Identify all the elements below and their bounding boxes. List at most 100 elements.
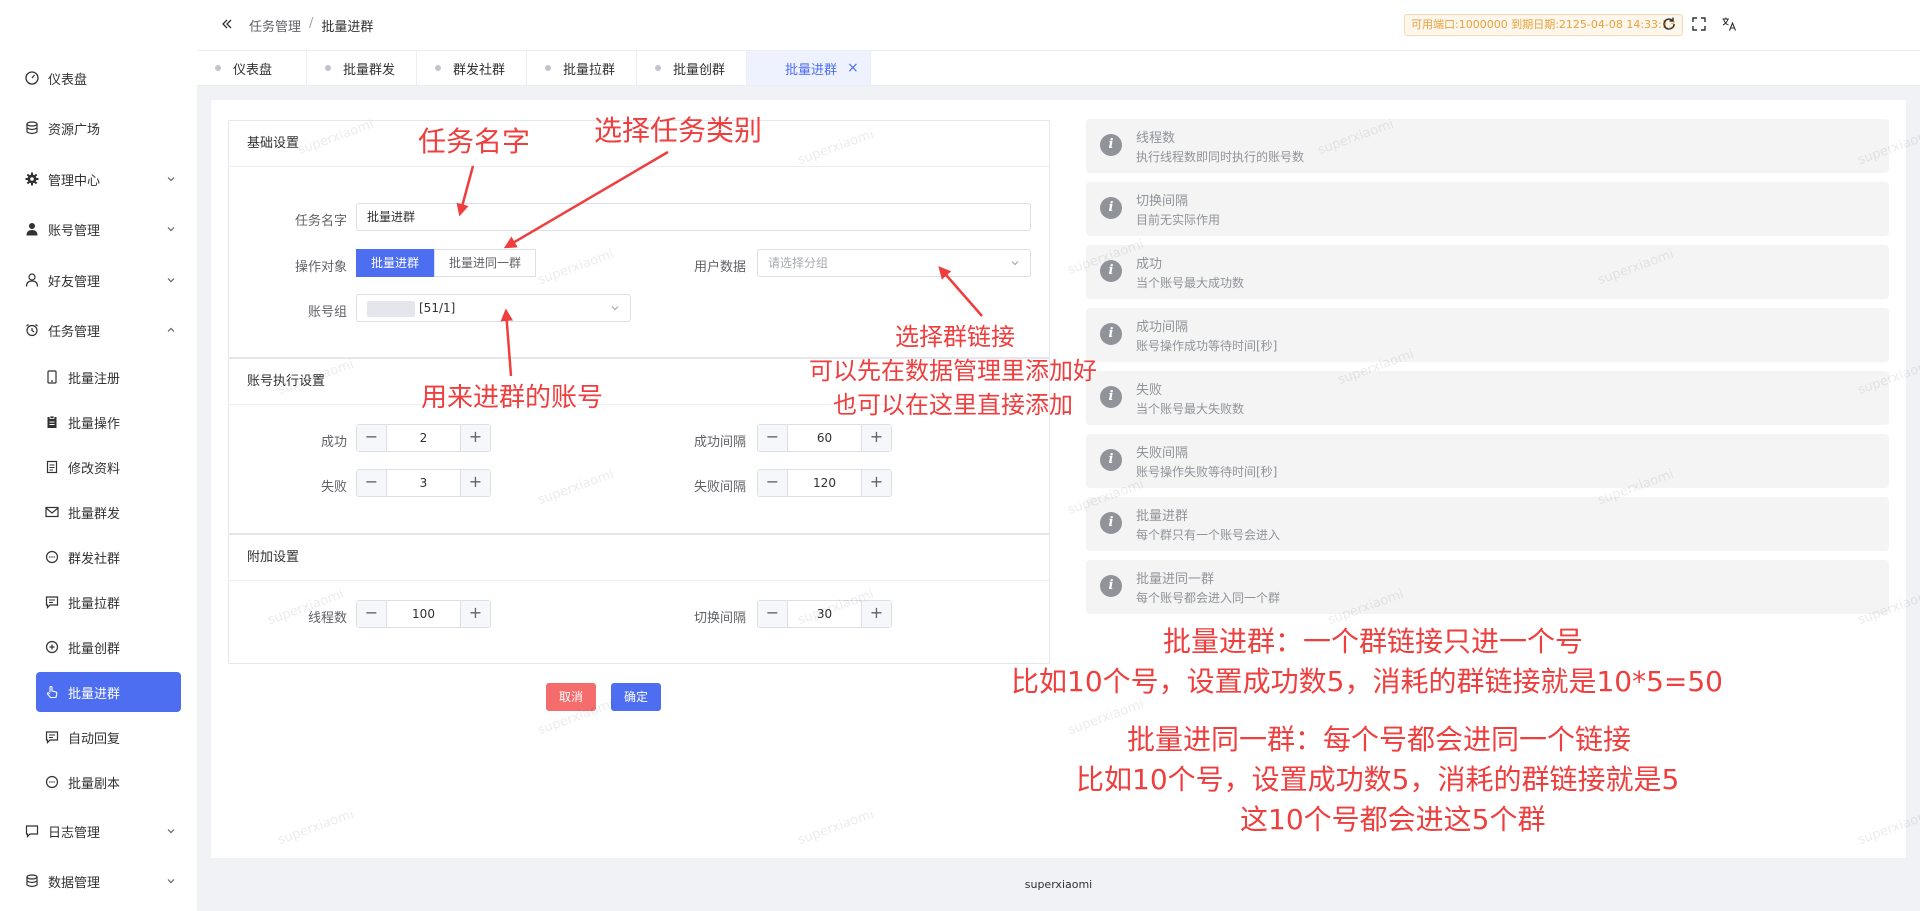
tab-batch-join-group[interactable]: 批量进群 × bbox=[747, 51, 871, 85]
annotation-group-link-3: 也可以在这里直接添加 bbox=[833, 391, 1073, 419]
info-desc: 当个账号最大成功数 bbox=[1136, 276, 1245, 290]
sidebar-sub-item-batch-mass-send[interactable]: 批量群发 bbox=[36, 492, 181, 532]
threads-stepper[interactable]: − 100 + bbox=[356, 600, 491, 628]
chevron-down-icon bbox=[167, 177, 175, 182]
plus-icon[interactable]: + bbox=[460, 470, 490, 496]
sidebar-sub-item-batch-operation[interactable]: 批量操作 bbox=[36, 402, 181, 442]
tab-batch-mass-send[interactable]: 批量群发 bbox=[307, 51, 417, 85]
header: 任务管理 / 批量进群 可用端口:1000000 到期日期:2125-04-08… bbox=[197, 0, 1920, 50]
tab-label: 批量创群 bbox=[673, 62, 726, 78]
database-icon bbox=[24, 873, 40, 889]
info-item-batch-join-same: i 批量进同一群 每个账号都会进入同一个群 bbox=[1086, 560, 1889, 614]
target-option-batch-join-same[interactable]: 批量进同一群 bbox=[434, 249, 537, 277]
minus-icon[interactable]: − bbox=[357, 470, 387, 496]
sidebar-sub-item-edit-profile[interactable]: 修改资料 bbox=[36, 447, 181, 487]
info-icon: i bbox=[1100, 197, 1122, 219]
minus-icon[interactable]: − bbox=[357, 425, 387, 451]
info-item-fail: i 失败 当个账号最大失败数 bbox=[1086, 371, 1889, 425]
collapse-sidebar-icon[interactable] bbox=[219, 16, 235, 32]
tab-batch-create-group[interactable]: 批量创群 bbox=[637, 51, 747, 85]
tab-dot bbox=[325, 65, 331, 71]
minus-icon[interactable]: − bbox=[758, 470, 788, 496]
sidebar-sub-item-batch-register[interactable]: 批量注册 bbox=[36, 357, 181, 397]
info-title: 线程数 bbox=[1136, 131, 1176, 146]
close-icon[interactable]: × bbox=[847, 60, 859, 76]
annotation-task-type: 选择任务类别 bbox=[594, 114, 763, 147]
target-option-batch-join[interactable]: 批量进群 bbox=[356, 249, 435, 277]
minus-icon[interactable]: − bbox=[758, 601, 788, 627]
account-group-select[interactable]: [51/1] bbox=[356, 294, 631, 322]
tab-group-mass-send[interactable]: 群发社群 bbox=[417, 51, 527, 85]
sidebar-item-label: 群发社群 bbox=[68, 551, 121, 567]
tab-batch-pull-group[interactable]: 批量拉群 bbox=[527, 51, 637, 85]
minus-icon[interactable]: − bbox=[758, 425, 788, 451]
info-icon: i bbox=[1100, 134, 1122, 156]
minus-icon[interactable]: − bbox=[357, 601, 387, 627]
gear-icon bbox=[24, 171, 40, 187]
sidebar-item-label: 账号管理 bbox=[48, 223, 101, 239]
chevron-down-icon bbox=[1011, 261, 1019, 266]
sidebar-item-resource-square[interactable]: 资源广场 bbox=[0, 106, 197, 150]
fail-interval-stepper[interactable]: − 120 + bbox=[757, 469, 892, 497]
sidebar-sub-item-group-mass-send[interactable]: 群发社群 bbox=[36, 537, 181, 577]
breadcrumb-item[interactable]: 任务管理 bbox=[249, 16, 301, 35]
chevron-down-icon bbox=[611, 306, 619, 311]
plus-icon[interactable]: + bbox=[861, 601, 891, 627]
sidebar-item-dashboard[interactable]: 仪表盘 bbox=[0, 56, 197, 100]
target-label: 操作对象 bbox=[294, 260, 347, 275]
info-title: 批量进同一群 bbox=[1136, 572, 1215, 587]
stepper-value[interactable]: 120 bbox=[788, 470, 861, 496]
tab-dashboard[interactable]: 仪表盘 bbox=[197, 51, 307, 85]
sidebar-item-log-management[interactable]: 日志管理 bbox=[0, 809, 197, 853]
blurred-group-name bbox=[367, 300, 415, 317]
plus-icon[interactable]: + bbox=[460, 425, 490, 451]
sidebar-sub-item-batch-create-group[interactable]: 批量创群 bbox=[36, 627, 181, 667]
annotation-note2-line2: 比如10个号，设置成功数5，消耗的群链接就是5 bbox=[1076, 763, 1680, 796]
user-data-select[interactable]: 请选择分组 bbox=[757, 249, 1031, 277]
success-stepper[interactable]: − 2 + bbox=[356, 424, 491, 452]
info-icon: i bbox=[1100, 512, 1122, 534]
plus-icon[interactable]: + bbox=[460, 601, 490, 627]
refresh-icon[interactable] bbox=[1661, 16, 1677, 32]
user-data-label: 用户数据 bbox=[693, 260, 746, 275]
info-item-switch-interval: i 切换间隔 目前无实际作用 bbox=[1086, 182, 1889, 236]
info-desc: 账号操作成功等待时间[秒] bbox=[1136, 339, 1278, 353]
info-icon: i bbox=[1100, 323, 1122, 345]
tab-dot bbox=[435, 65, 441, 71]
annotation-note2-line3: 这10个号都会进这5个群 bbox=[1240, 803, 1546, 836]
plus-icon[interactable]: + bbox=[861, 470, 891, 496]
sidebar-item-account-management[interactable]: 账号管理 bbox=[0, 207, 197, 251]
sidebar-item-label: 好友管理 bbox=[48, 274, 101, 290]
clipboard-icon bbox=[44, 414, 60, 430]
sidebar-item-label: 任务管理 bbox=[48, 324, 101, 340]
sidebar-sub-item-batch-pull-group[interactable]: 批量拉群 bbox=[36, 582, 181, 622]
sidebar-item-data-management[interactable]: 数据管理 bbox=[0, 859, 197, 903]
success-interval-stepper[interactable]: − 60 + bbox=[757, 424, 892, 452]
sidebar-item-management-center[interactable]: 管理中心 bbox=[0, 157, 197, 201]
stepper-value[interactable]: 100 bbox=[387, 601, 460, 627]
stepper-value[interactable]: 60 bbox=[788, 425, 861, 451]
account-group-label: 账号组 bbox=[307, 305, 347, 320]
chevron-down-icon bbox=[167, 227, 175, 232]
language-icon[interactable] bbox=[1721, 16, 1737, 32]
breadcrumb-item-current: 批量进群 bbox=[321, 20, 374, 35]
annotation-account: 用来进群的账号 bbox=[421, 383, 604, 413]
plus-icon[interactable]: + bbox=[861, 425, 891, 451]
user-data-placeholder: 请选择分组 bbox=[768, 256, 829, 270]
sidebar-item-label: 批量创群 bbox=[68, 641, 121, 657]
stepper-value[interactable]: 3 bbox=[387, 470, 460, 496]
sidebar-sub-item-batch-join-group[interactable]: 批量进群 bbox=[36, 672, 181, 712]
fullscreen-icon[interactable] bbox=[1691, 16, 1707, 32]
sidebar-item-friend-management[interactable]: 好友管理 bbox=[0, 258, 197, 302]
sidebar-sub-item-batch-script[interactable]: 批量剧本 bbox=[36, 762, 181, 802]
fail-stepper[interactable]: − 3 + bbox=[356, 469, 491, 497]
sidebar-item-task-management[interactable]: 任务管理 bbox=[0, 308, 197, 352]
confirm-button[interactable]: 确定 bbox=[611, 683, 662, 711]
task-name-input[interactable]: 批量进群 bbox=[356, 203, 1031, 231]
switch-interval-label: 切换间隔 bbox=[693, 611, 746, 626]
sidebar-sub-item-auto-reply[interactable]: 自动回复 bbox=[36, 717, 181, 757]
annotation-note1-line1: 批量进群：一个群链接只进一个号 bbox=[1163, 625, 1584, 658]
sidebar-item-label: 自动回复 bbox=[68, 731, 121, 747]
stepper-value[interactable]: 2 bbox=[387, 425, 460, 451]
tab-label: 群发社群 bbox=[453, 62, 506, 78]
